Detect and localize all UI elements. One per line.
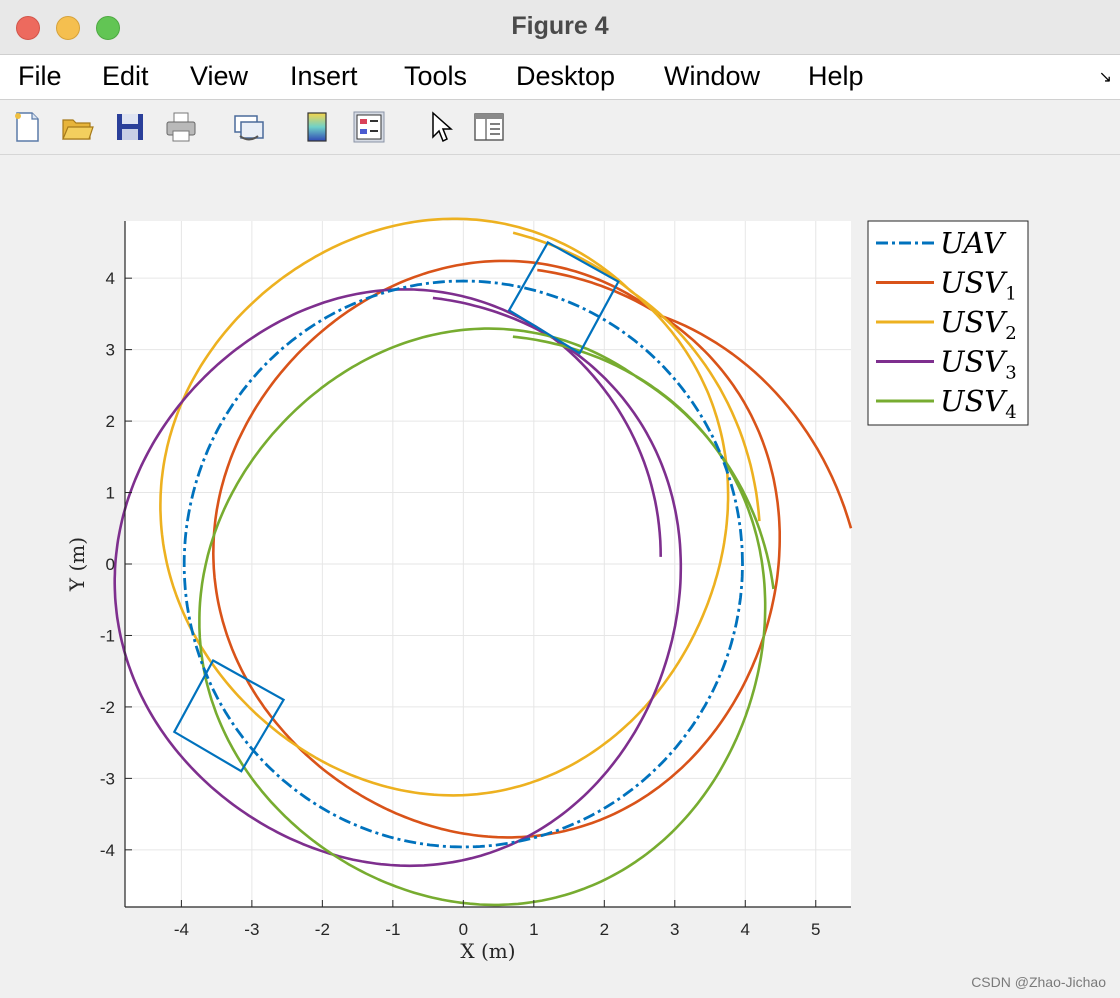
legend-name: USV	[940, 305, 1008, 339]
y-tick-label: 3	[106, 341, 115, 360]
y-axis-label: Y (m)	[65, 537, 89, 592]
legend-name: USV	[940, 345, 1008, 379]
legend[interactable]: UAVUSV1USV2USV3USV4	[867, 220, 1029, 426]
x-tick-label: 1	[529, 920, 538, 939]
x-tick-label: 2	[600, 920, 609, 939]
figure-plot: -4 -3 -2 -1 0 1 2 3 4 5-4-3-2-101234 X (m) Y (m) …	[65, 217, 1029, 963]
x-tick-label: 3	[670, 920, 679, 939]
legend-subscript: 1	[1005, 284, 1016, 305]
x-axis-label: X (m)	[460, 939, 515, 963]
legend-label-uav: UAV	[940, 226, 1007, 260]
y-tick-label: 4	[106, 269, 115, 288]
legend-label-usv1: USV1	[940, 266, 1017, 305]
y-tick-label: 2	[106, 412, 115, 431]
x-tick-label: -3	[244, 920, 259, 939]
y-tick-label: 0	[106, 555, 115, 574]
y-tick-label: -1	[100, 626, 115, 645]
watermark: CSDN @Zhao-Jichao	[971, 974, 1106, 990]
legend-name: USV	[940, 266, 1008, 300]
x-tick-label: -1	[385, 920, 400, 939]
legend-subscript: 2	[1005, 323, 1016, 344]
x-tick-label: -4	[174, 920, 189, 939]
legend-subscript: 3	[1005, 363, 1016, 384]
x-tick-label: -2	[315, 920, 330, 939]
legend-subscript: 4	[1005, 402, 1016, 423]
legend-label-usv2: USV2	[940, 305, 1017, 344]
legend-name: USV	[940, 384, 1008, 418]
y-tick-label: -4	[100, 841, 115, 860]
x-tick-label: 4	[741, 920, 750, 939]
legend-name: UAV	[940, 226, 1007, 260]
x-tick-label: 5	[811, 920, 820, 939]
legend-label-usv3: USV3	[940, 345, 1017, 384]
legend-label-usv4: USV4	[940, 384, 1017, 423]
x-tick-label: 0	[459, 920, 468, 939]
y-tick-label: -2	[100, 698, 115, 717]
y-tick-label: 1	[106, 484, 115, 503]
y-tick-label: -3	[100, 769, 115, 788]
